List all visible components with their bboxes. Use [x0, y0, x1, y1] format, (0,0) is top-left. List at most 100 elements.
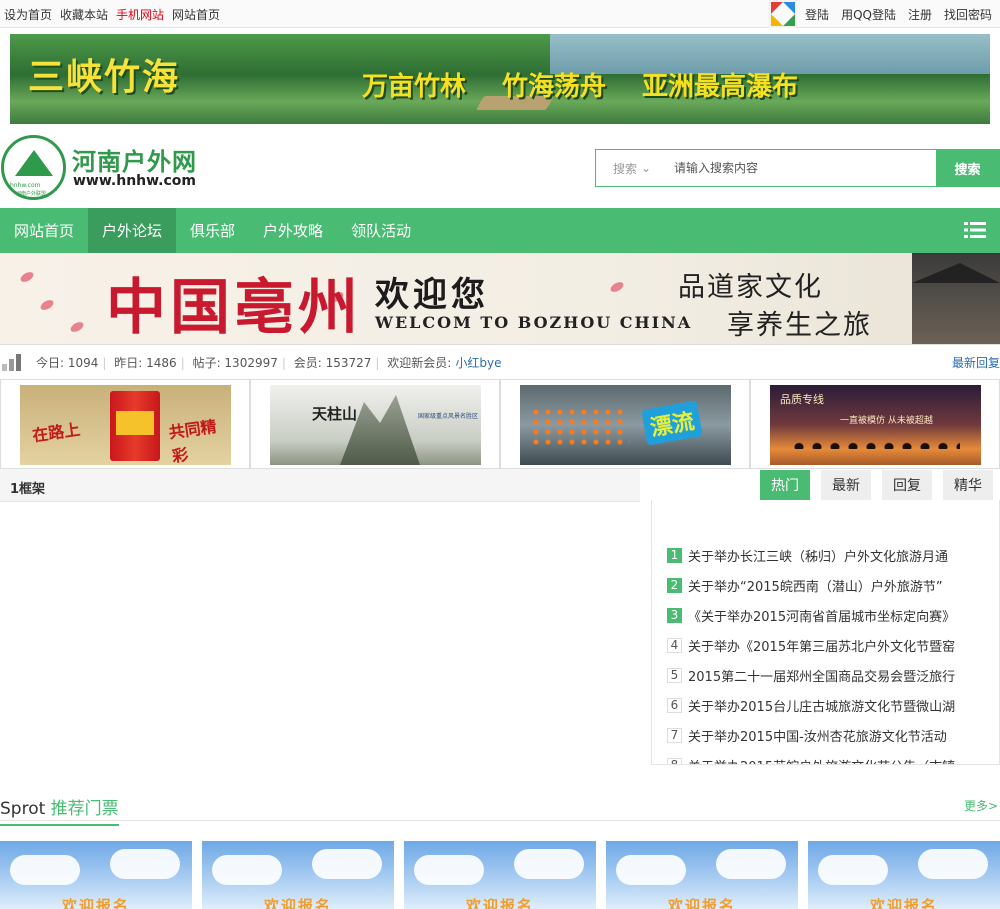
ticket-card[interactable]: 欢迎报名	[0, 841, 192, 909]
search-input[interactable]	[668, 150, 936, 186]
search-box: 搜索 ⌄ 搜索	[595, 149, 1000, 187]
topic-title: 关于举办《2015年第三届苏北户外文化节暨窑	[688, 639, 956, 655]
three-gorges-banner[interactable]: 三峡竹海 万亩竹林 竹海荡舟 亚洲最高瀑布	[10, 34, 990, 124]
nav-item-home[interactable]: 网站首页	[0, 208, 88, 253]
list-item[interactable]: 6 关于举办2015台儿庄古城旅游文化节暨微山湖	[667, 690, 955, 720]
stats-text: 今日: 1094 | 昨日: 1486 | 帖子: 1302997 | 会员: 153…	[32, 354, 501, 371]
tab-latest[interactable]: 最新	[821, 470, 871, 500]
rank-badge: 7	[667, 727, 682, 743]
camel-silhouettes	[790, 439, 960, 449]
rank-badge: 2	[667, 577, 682, 593]
ad-grid: 在路上 共同精彩 天柱山 国家级重点风景名胜区 漂流 品质专线 一直被模仿 从未…	[0, 379, 1000, 469]
set-homepage-link[interactable]: 设为首页	[4, 6, 52, 23]
search-scope-label: 搜索	[612, 161, 637, 176]
list-item[interactable]: 8 关于举办2015苏皖户外旅游文化节公告（古镇	[667, 750, 955, 764]
redbull-ad-text: 在路上	[31, 419, 82, 446]
bookmark-link[interactable]: 收藏本站	[60, 6, 108, 23]
nav-item-guides[interactable]: 户外攻略	[249, 208, 337, 253]
bozhou-line1: 品道家文化	[678, 272, 823, 303]
frame-header: 1框架	[0, 469, 640, 502]
ticket-label: 欢迎报名	[668, 897, 737, 909]
redbull-ad-text: 共同精彩	[167, 416, 218, 465]
rank-badge: 4	[667, 637, 682, 653]
list-item[interactable]: 3 《关于举办2015河南省首届城市坐标定向赛》	[667, 600, 955, 630]
tickets-section-header: Sprot 推荐门票 更多>	[0, 790, 1000, 826]
topic-title: 关于举办长江三峡（秭归）户外文化旅游月通	[688, 549, 949, 565]
recover-password-link[interactable]: 找回密码	[944, 6, 992, 23]
search-scope-dropdown[interactable]: 搜索 ⌄	[596, 150, 668, 186]
forum-stats: 今日: 1094 | 昨日: 1486 | 帖子: 1302997 | 会员: 153…	[0, 350, 1000, 374]
mobile-site-link[interactable]: 手机网站	[116, 6, 164, 23]
rafts-image	[530, 407, 630, 447]
topic-title: 关于举办2015台儿庄古城旅游文化节暨微山湖	[688, 699, 956, 715]
top-bar: 设为首页 收藏本站 手机网站 网站首页 登陆 用QQ登陆 注册 找回密码	[0, 0, 1000, 28]
bozhou-welcome: 欢迎您	[375, 275, 489, 315]
register-link[interactable]: 注册	[908, 6, 932, 23]
signal-bars-icon	[2, 354, 21, 371]
petal	[38, 298, 56, 312]
search-button[interactable]: 搜索	[936, 150, 999, 186]
camel-ad-title: 品质专线	[780, 393, 824, 406]
nav-item-forum[interactable]: 户外论坛	[88, 208, 177, 253]
list-item[interactable]: 2 关于举办“2015皖西南（潜山）户外旅游节”	[667, 570, 955, 600]
ticket-label: 欢迎报名	[466, 897, 535, 909]
qq-login-link[interactable]: 用QQ登陆	[841, 6, 896, 23]
ad-cell[interactable]: 品质专线 一直被模仿 从未被超越	[750, 379, 1000, 469]
latest-replies-link[interactable]: 最新回复	[952, 354, 1000, 371]
ad-cell[interactable]: 在路上 共同精彩	[0, 379, 250, 469]
ticket-card[interactable]: 欢迎报名	[202, 841, 394, 909]
petal	[608, 280, 626, 294]
list-item[interactable]: 1 关于举办长江三峡（秭归）户外文化旅游月通	[667, 540, 955, 570]
stat-welcome: 欢迎新会员:	[387, 356, 452, 370]
ad-cell[interactable]: 天柱山 国家级重点风景名胜区	[250, 379, 500, 469]
banner-slogan: 竹海荡舟	[502, 72, 607, 102]
more-link[interactable]: 更多>	[964, 797, 998, 814]
cloud	[716, 849, 786, 879]
site-home-link[interactable]: 网站首页	[172, 6, 220, 23]
temple-roof	[912, 263, 1000, 283]
petal	[68, 320, 86, 334]
tab-hot[interactable]: 热门	[760, 470, 810, 500]
main-nav: 网站首页 户外论坛 俱乐部 户外攻略 领队活动	[0, 208, 1000, 253]
ticket-card[interactable]: 欢迎报名	[808, 841, 1000, 909]
tab-featured[interactable]: 精华	[943, 470, 993, 500]
list-item[interactable]: 5 2015第二十一届郑州全国商品交易会暨泛旅行	[667, 660, 955, 690]
top-left-links: 设为首页 收藏本站 手机网站 网站首页	[4, 6, 220, 23]
topic-title: 关于举办“2015皖西南（潜山）户外旅游节”	[688, 579, 943, 595]
cloud	[918, 849, 988, 879]
ticket-card[interactable]: 欢迎报名	[606, 841, 798, 909]
bozhou-banner[interactable]: 中国亳州 欢迎您 WELCOM TO BOZHOU CHINA 品道家文化 享养…	[0, 253, 1000, 345]
cloud	[110, 849, 180, 879]
menu-list-icon[interactable]	[964, 221, 986, 239]
petal	[18, 270, 36, 284]
list-item[interactable]: 4 关于举办《2015年第三届苏北户外文化节暨窑	[667, 630, 955, 660]
stat-posts: 帖子: 1302997	[192, 356, 278, 370]
stat-today: 今日: 1094	[36, 356, 99, 370]
banner-slogans: 万亩竹林 竹海荡舟 亚洲最高瀑布	[362, 66, 798, 103]
cloud	[212, 855, 282, 885]
site-logo[interactable]: hnhw.com 河南户外联盟 河南户外网 www.hnhw.com	[0, 134, 220, 200]
ad-cell[interactable]: 漂流	[500, 379, 750, 469]
ticket-card[interactable]: 欢迎报名	[404, 841, 596, 909]
banner-slogan: 万亩竹林	[362, 72, 467, 102]
top-right-links: 登陆 用QQ登陆 注册 找回密码	[805, 6, 992, 23]
mountain-icon	[15, 150, 53, 176]
login-link[interactable]: 登陆	[805, 6, 829, 23]
site-name: 河南户外网	[72, 148, 197, 176]
hot-topic-list: 1 关于举办长江三峡（秭归）户外文化旅游月通 2 关于举办“2015皖西南（潜山）户…	[651, 500, 1000, 765]
new-member-link[interactable]: 小红bye	[455, 356, 501, 370]
hot-tabs: 热门 最新 回复 精华	[760, 470, 993, 500]
nav-item-activities[interactable]: 领队活动	[337, 208, 425, 253]
nav-item-club[interactable]: 俱乐部	[176, 208, 249, 253]
tab-replies[interactable]: 回复	[882, 470, 932, 500]
ticket-label: 欢迎报名	[62, 897, 131, 909]
camel-caravan-ad: 品质专线 一直被模仿 从未被超越	[770, 385, 981, 465]
cloud	[414, 855, 484, 885]
topic-title: 2015第二十一届郑州全国商品交易会暨泛旅行	[688, 669, 956, 685]
list-item[interactable]: 7 关于举办2015中国-汝州杏花旅游文化节活动	[667, 720, 955, 750]
rafting-ad-text: 漂流	[641, 400, 703, 446]
frame-label: 1框架	[10, 482, 46, 497]
rafting-ad: 漂流	[520, 385, 731, 465]
topic-title: 《关于举办2015河南省首届城市坐标定向赛》	[688, 609, 956, 625]
site-url: www.hnhw.com	[73, 173, 196, 189]
